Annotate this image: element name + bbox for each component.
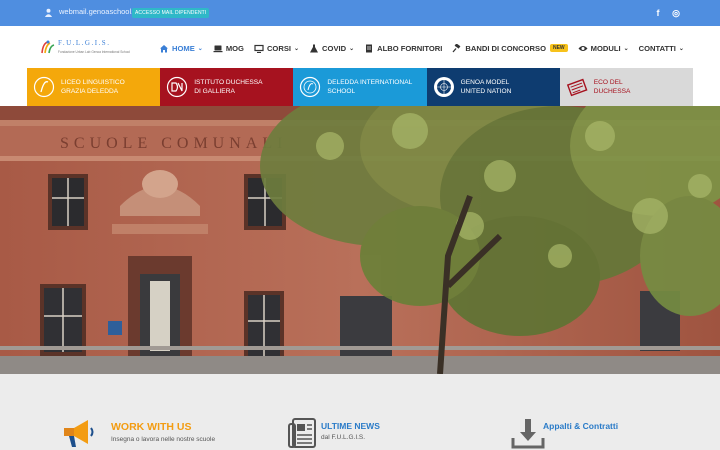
feature-title: ULTIME NEWS	[321, 421, 380, 431]
tile-line2: DI GALLIERA	[194, 88, 235, 95]
tile-liceo-linguistico[interactable]: LICEO LINGUISTICO GRAZIA DELEDDA	[27, 68, 161, 106]
international-school-logo-icon	[300, 76, 321, 98]
nav-corsi[interactable]: CORSI ⌄	[254, 44, 299, 53]
logo-subtitle: Fondazione Urban Lab Genoa International…	[58, 50, 130, 54]
laptop-icon	[213, 45, 223, 52]
instagram-icon[interactable]: ◎	[671, 7, 681, 19]
logo-name: F.U.L.G.I.S.	[58, 39, 111, 47]
tile-line2: UNITED NATION	[460, 88, 512, 95]
home-icon	[160, 44, 168, 52]
tile-deledda-international[interactable]: DELEDDA INTERNATIONAL SCHOOL	[293, 68, 427, 106]
newspaper-icon	[288, 418, 316, 448]
tile-line1: DELEDDA INTERNATIONAL	[327, 79, 413, 86]
site-logo[interactable]: F.U.L.G.I.S. Fondazione Urban Lab Genoa …	[40, 37, 130, 59]
feature-title: Appalti & Contratti	[543, 421, 619, 431]
webmail-link[interactable]: webmail.genoaschool.eu	[59, 7, 142, 16]
tile-line2: SCHOOL	[327, 88, 356, 95]
chevron-down-icon: ⌄	[294, 45, 300, 52]
main-nav: HOME ⌄ MOG CORSI ⌄ COVID ⌄ ALBO FORNITOR…	[159, 40, 694, 56]
nav-bandi[interactable]: BANDI DI CONCORSO NEW	[452, 43, 568, 53]
nav-home-label: HOME	[172, 43, 195, 53]
nav-mog-label: MOG	[225, 43, 244, 53]
graduation-icon	[254, 44, 264, 53]
megaphone-icon	[64, 420, 94, 447]
nav-covid[interactable]: COVID ⌄	[309, 44, 354, 53]
new-badge: NEW	[549, 44, 568, 52]
facebook-icon[interactable]: f	[653, 7, 663, 19]
nav-moduli[interactable]: MODULI ⌄	[578, 44, 629, 53]
feature-subtitle: Insegna o lavora nelle nostre scuole	[111, 436, 216, 443]
feature-subtitle: dal F.U.L.G.I.S.	[321, 434, 366, 441]
tile-line2: DUCHESSA	[593, 88, 631, 95]
top-bar: webmail.genoaschool.eu ACCESSO MAIL DIPE…	[0, 0, 720, 26]
facade-inscription: SCUOLE COMUNALI	[60, 135, 287, 152]
download-icon	[511, 419, 545, 449]
nav-albo-label: ALBO FORNITORI	[377, 43, 443, 53]
nav-mog[interactable]: MOG	[213, 44, 244, 53]
tile-genoa-model-un[interactable]: GENOA MODEL UNITED NATION	[426, 68, 560, 106]
nav-moduli-label: MODULI	[590, 43, 621, 53]
duchessa-logo-icon	[167, 76, 188, 98]
gavel-icon	[452, 43, 461, 52]
flask-icon	[310, 44, 319, 52]
user-icon	[44, 8, 53, 17]
feature-title: WORK WITH US	[111, 421, 192, 433]
nav-albo-fornitori[interactable]: ALBO FORNITORI	[364, 44, 442, 53]
deledda-logo-icon	[33, 76, 55, 98]
chevron-down-icon: ⌄	[623, 45, 629, 52]
school-tiles: LICEO LINGUISTICO GRAZIA DELEDDA ISTITUT…	[27, 68, 693, 106]
tile-line1: ECO DEL	[593, 79, 623, 86]
chevron-down-icon: ⌄	[197, 45, 203, 52]
chevron-down-icon: ⌄	[349, 45, 355, 52]
nav-corsi-label: CORSI	[266, 43, 292, 53]
nav-home[interactable]: HOME ⌄	[159, 44, 203, 53]
logo-mark-icon	[41, 40, 55, 54]
tile-line1: GENOA MODEL	[460, 79, 510, 86]
nav-covid-label: COVID	[322, 43, 347, 53]
tile-istituto-duchessa[interactable]: ISTITUTO DUCHESSA DI GALLIERA	[160, 68, 294, 106]
tile-line2: GRAZIA DELEDDA	[61, 88, 119, 95]
staff-mail-button[interactable]: ACCESSO MAIL DIPENDENTI	[132, 8, 210, 18]
nav-bandi-label: BANDI DI CONCORSO	[465, 43, 546, 53]
tile-line1: LICEO LINGUISTICO	[61, 79, 125, 86]
eye-icon	[578, 45, 588, 51]
nav-contatti[interactable]: CONTATTI ⌄	[639, 44, 684, 53]
site-header: F.U.L.G.I.S. Fondazione Urban Lab Genoa …	[0, 26, 720, 68]
tile-eco-del-duchessa[interactable]: ECO DEL DUCHESSA	[559, 68, 693, 106]
nav-contatti-label: CONTATTI	[638, 43, 676, 53]
newspaper-logo-icon	[566, 78, 588, 97]
hero-image: SCUOLE COMUNALI	[0, 106, 720, 374]
features-section: WORK WITH US Insegna o lavora nelle nost…	[0, 374, 720, 450]
chevron-down-icon: ⌄	[678, 45, 684, 52]
school-building-photo: SCUOLE COMUNALI	[0, 106, 720, 374]
genoa-model-logo-icon	[433, 77, 454, 97]
tile-line1: ISTITUTO DUCHESSA	[194, 79, 263, 86]
document-icon	[366, 44, 373, 52]
